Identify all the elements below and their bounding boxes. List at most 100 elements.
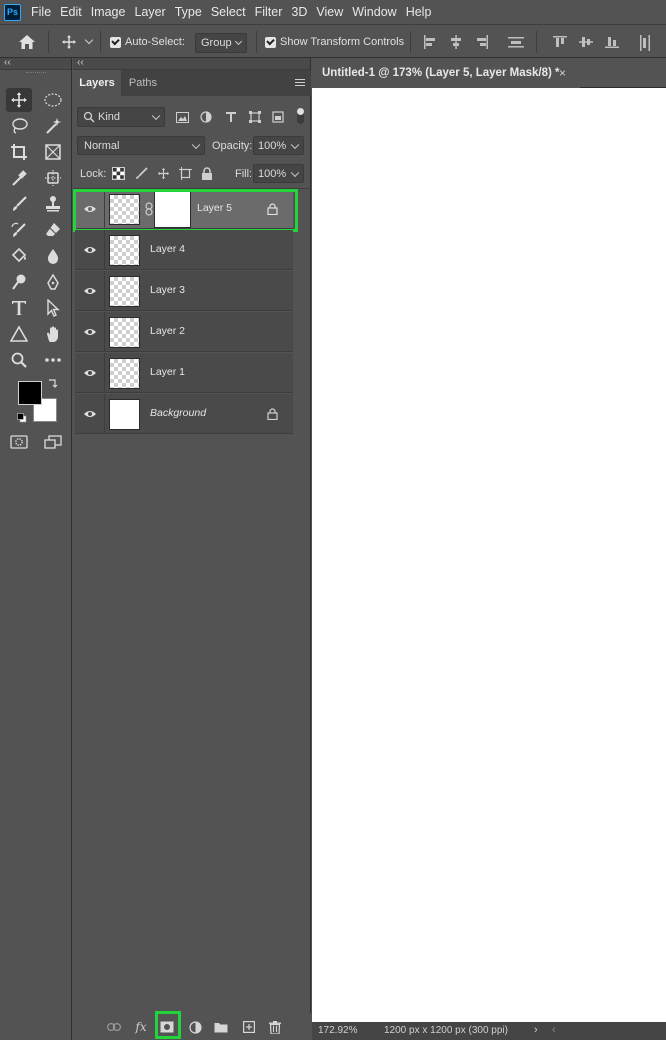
quick-mask-icon[interactable] <box>6 430 32 454</box>
new-layer-icon[interactable] <box>241 1019 257 1035</box>
align-top-edges-icon[interactable] <box>553 35 567 49</box>
layer-row-layer-1[interactable]: Layer 1 <box>75 353 293 393</box>
crop-icon[interactable] <box>6 140 32 164</box>
collapse-chevron-icon[interactable]: ‹‹ <box>77 58 84 68</box>
more-tools-icon[interactable] <box>40 348 66 372</box>
menu-file[interactable]: File <box>31 5 51 19</box>
eyedropper-icon[interactable] <box>6 166 32 190</box>
layer-name[interactable]: Layer 2 <box>150 325 185 337</box>
lock-position-icon[interactable] <box>155 165 171 181</box>
lock-image-pixels-icon[interactable] <box>133 165 149 181</box>
paint-bucket-icon[interactable] <box>6 244 32 268</box>
lock-transparent-pixels-icon[interactable] <box>110 165 126 181</box>
lock-all-icon[interactable] <box>199 165 215 181</box>
frame-icon[interactable] <box>40 140 66 164</box>
align-vertical-centers-icon[interactable] <box>579 35 593 49</box>
grip-handle[interactable] <box>26 72 46 74</box>
home-icon[interactable] <box>18 34 36 53</box>
default-colors-icon[interactable] <box>17 412 27 426</box>
chevron-right-icon[interactable]: › <box>534 1024 538 1036</box>
menu-3d[interactable]: 3D <box>291 5 307 19</box>
layer-row-layer-3[interactable]: Layer 3 <box>75 271 293 311</box>
magic-wand-icon[interactable] <box>40 114 66 138</box>
distribute-vertical-icon[interactable] <box>638 35 652 51</box>
align-bottom-edges-icon[interactable] <box>605 35 619 49</box>
lock-artboard-icon[interactable] <box>177 165 193 181</box>
path-selection-icon[interactable] <box>40 296 66 320</box>
document-tab[interactable]: Untitled-1 @ 173% (Layer 5, Layer Mask/8… <box>312 58 580 88</box>
brush-icon[interactable] <box>6 192 32 216</box>
delete-layer-trash-icon[interactable] <box>267 1019 283 1035</box>
move-tool-preset-icon[interactable] <box>61 34 77 53</box>
auto-select-checkbox[interactable] <box>110 37 121 48</box>
link-layers-icon[interactable] <box>106 1019 122 1035</box>
layer-thumbnail[interactable] <box>109 235 140 266</box>
clone-stamp-icon[interactable] <box>40 192 66 216</box>
chevron-down-icon[interactable] <box>84 35 94 45</box>
layer-row-layer-4[interactable]: Layer 4 <box>75 230 293 270</box>
layer-name[interactable]: Layer 1 <box>150 366 185 378</box>
foreground-color-swatch[interactable] <box>18 381 42 405</box>
zoom-icon[interactable] <box>6 348 32 372</box>
distribute-icon[interactable] <box>508 35 524 49</box>
eye-icon[interactable] <box>83 243 97 257</box>
layer-thumbnail[interactable] <box>109 276 140 307</box>
layer-thumbnail[interactable] <box>109 317 140 348</box>
layer-thumbnail[interactable] <box>109 399 140 430</box>
history-brush-icon[interactable] <box>6 218 32 242</box>
menu-edit[interactable]: Edit <box>60 5 82 19</box>
filter-kind-dropdown[interactable]: Kind <box>77 107 165 127</box>
eye-icon[interactable] <box>83 284 97 298</box>
menu-filter[interactable]: Filter <box>255 5 283 19</box>
zoom-level[interactable]: 172.92% <box>318 1025 357 1036</box>
opacity-input[interactable]: 100% <box>253 136 304 155</box>
blur-icon[interactable] <box>40 244 66 268</box>
close-icon[interactable]: × <box>559 66 566 80</box>
tab-layers[interactable]: Layers <box>73 70 121 96</box>
eraser-icon[interactable] <box>40 218 66 242</box>
blend-mode-dropdown[interactable]: Normal <box>77 136 205 155</box>
layer-name[interactable]: Background <box>150 407 206 419</box>
align-left-edges-icon[interactable] <box>423 35 437 49</box>
show-transform-controls-checkbox[interactable] <box>265 37 276 48</box>
layer-row-background[interactable]: Background <box>75 394 293 434</box>
dodge-icon[interactable] <box>6 270 32 294</box>
menu-window[interactable]: Window <box>352 5 396 19</box>
elliptical-marquee-icon[interactable] <box>40 88 66 112</box>
menu-type[interactable]: Type <box>175 5 202 19</box>
fill-input[interactable]: 100% <box>253 164 304 183</box>
menu-layer[interactable]: Layer <box>134 5 165 19</box>
align-right-edges-icon[interactable] <box>475 35 489 49</box>
filter-smart-object-icon[interactable] <box>270 109 286 125</box>
eye-icon[interactable] <box>83 325 97 339</box>
layer-style-fx-icon[interactable]: fx <box>133 1019 149 1035</box>
screen-mode-icon[interactable] <box>40 430 66 454</box>
healing-brush-icon[interactable] <box>40 166 66 190</box>
filter-type-icon[interactable] <box>223 109 239 125</box>
layer-thumbnail[interactable] <box>109 358 140 389</box>
filter-adjustment-icon[interactable] <box>198 109 214 125</box>
menu-image[interactable]: Image <box>91 5 126 19</box>
swap-colors-icon[interactable] <box>47 378 58 392</box>
layer-name[interactable]: Layer 4 <box>150 243 185 255</box>
menu-select[interactable]: Select <box>211 5 246 19</box>
align-horizontal-centers-icon[interactable] <box>449 35 463 49</box>
menu-view[interactable]: View <box>316 5 343 19</box>
pen-icon[interactable] <box>40 270 66 294</box>
chevron-left-icon[interactable]: ‹ <box>552 1024 556 1036</box>
layer-name[interactable]: Layer 3 <box>150 284 185 296</box>
lasso-icon[interactable] <box>6 114 32 138</box>
layer-row-layer-2[interactable]: Layer 2 <box>75 312 293 352</box>
panel-menu-icon[interactable] <box>295 79 305 88</box>
collapse-chevron-icon[interactable]: ‹‹ <box>4 58 11 68</box>
auto-select-target-dropdown[interactable]: Group <box>195 33 247 53</box>
new-group-folder-icon[interactable] <box>213 1019 229 1035</box>
hand-icon[interactable] <box>40 322 66 346</box>
tab-paths[interactable]: Paths <box>121 70 165 96</box>
type-icon[interactable] <box>6 296 32 320</box>
eye-icon[interactable] <box>83 366 97 380</box>
filter-pixel-icon[interactable] <box>174 109 190 125</box>
filter-toggle-switch[interactable] <box>297 108 304 126</box>
new-adjustment-layer-icon[interactable] <box>187 1019 203 1035</box>
menu-help[interactable]: Help <box>406 5 432 19</box>
